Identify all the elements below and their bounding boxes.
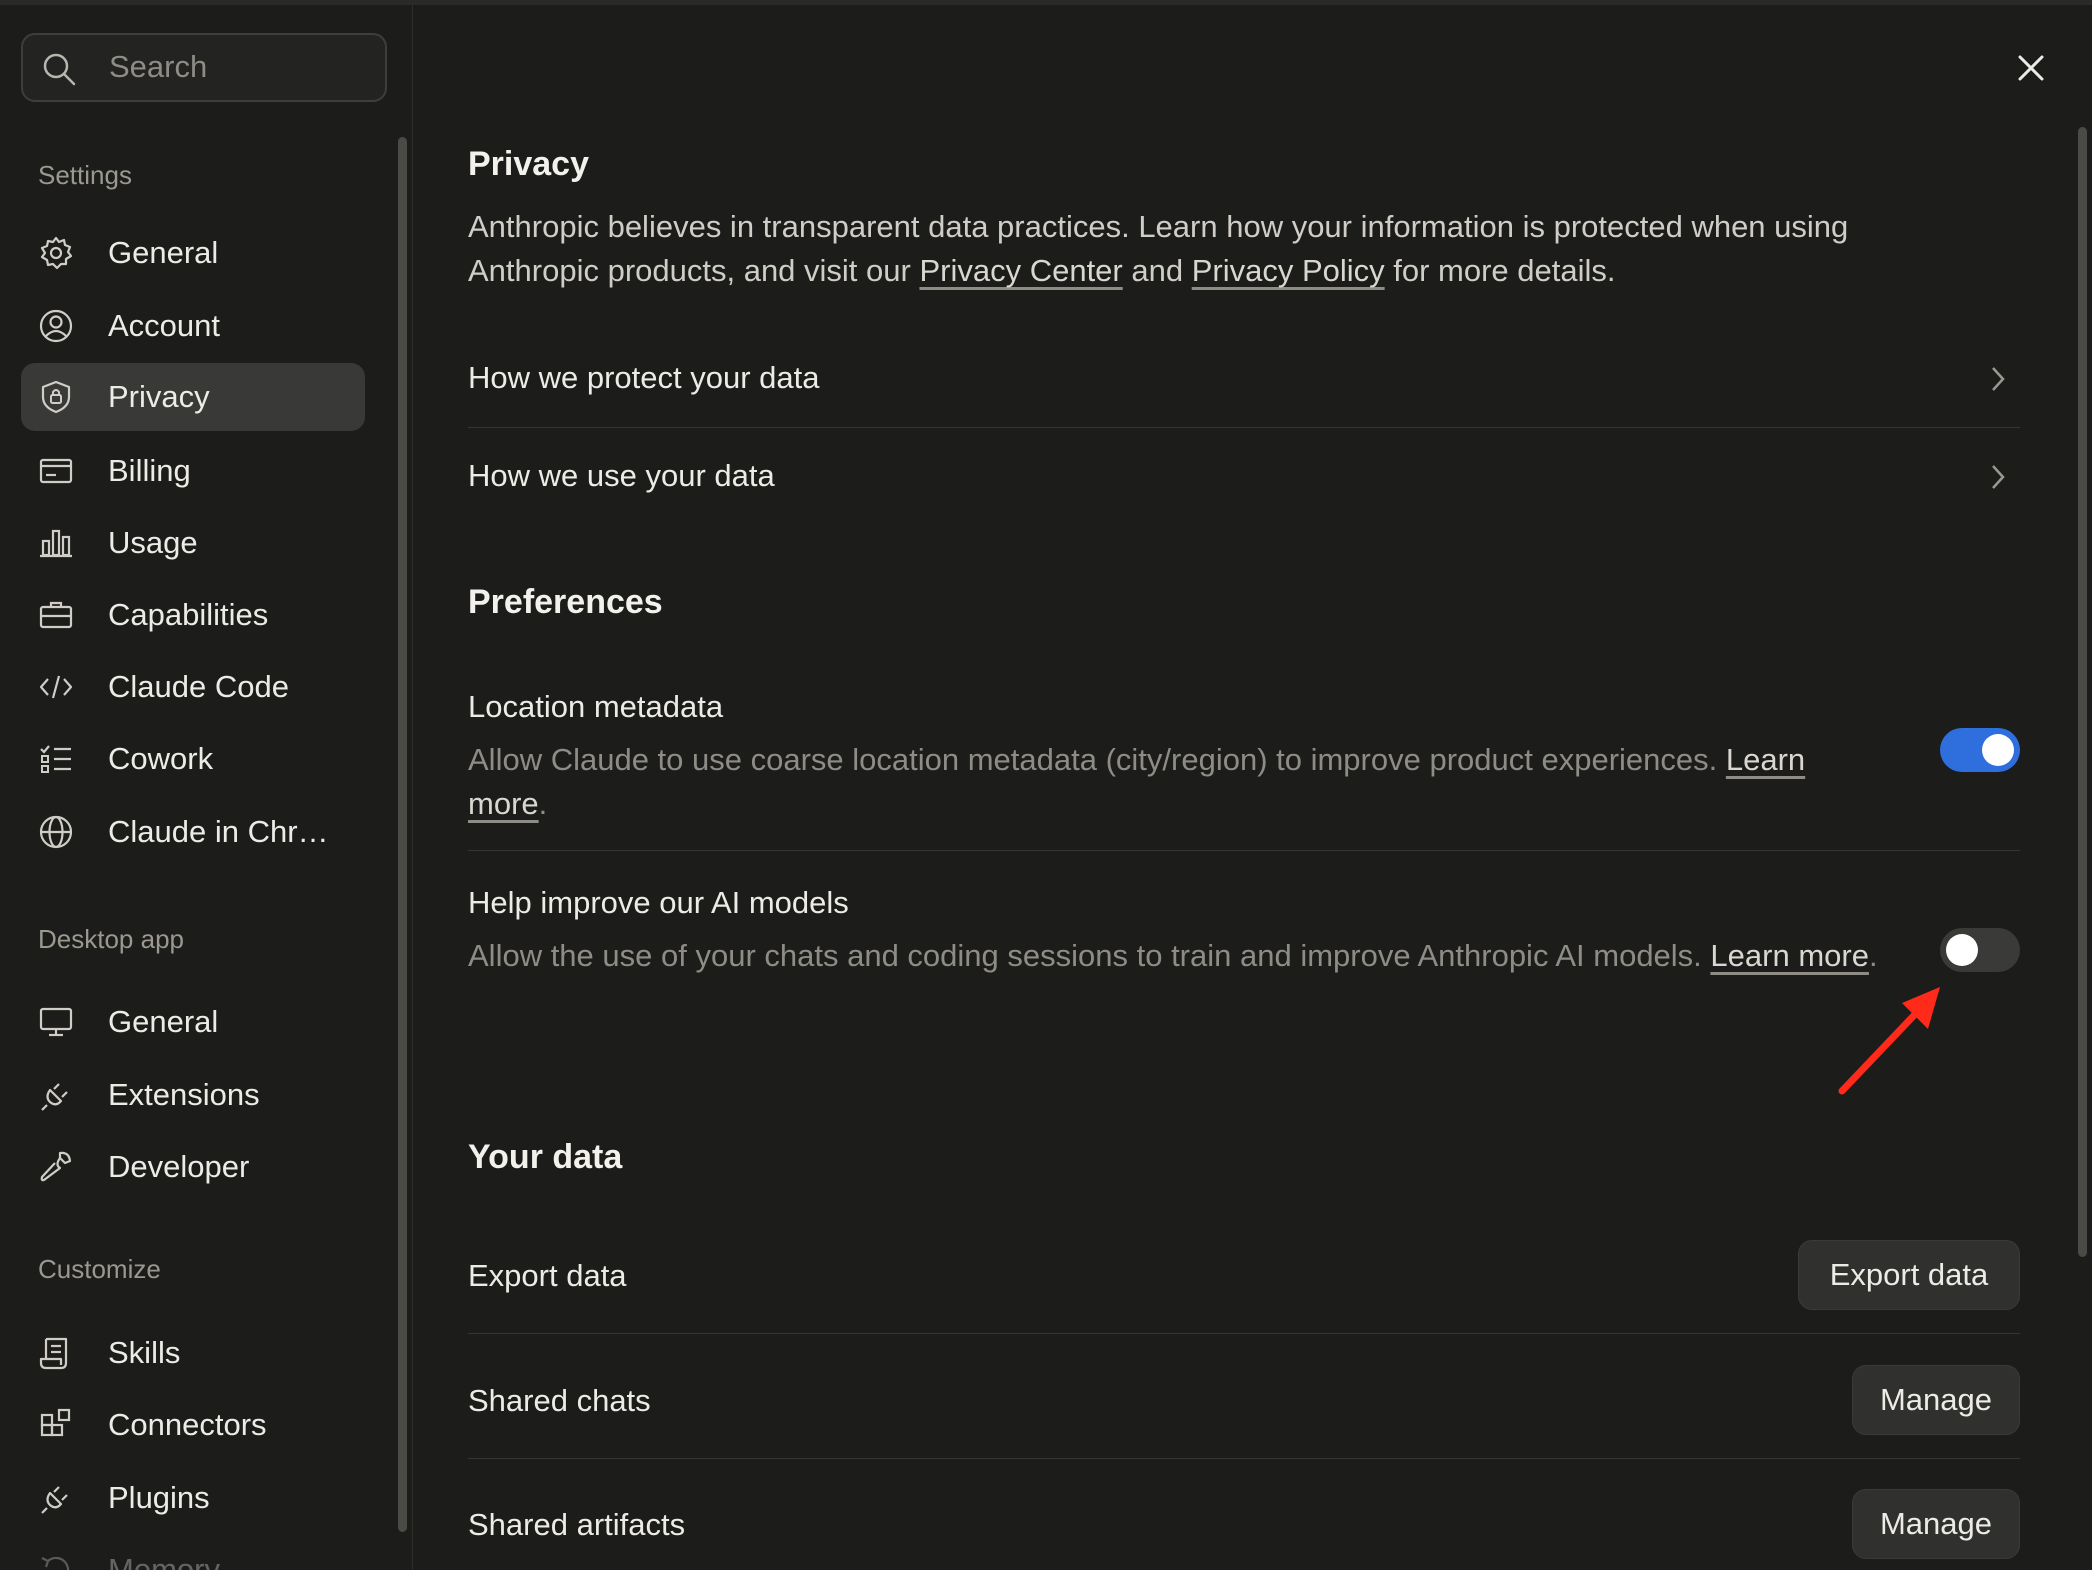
sidebar-item-label: Plugins xyxy=(108,1480,210,1515)
toggle-knob xyxy=(1946,934,1978,966)
sidebar-item-label: Extensions xyxy=(108,1077,260,1112)
sidebar-item-label: Developer xyxy=(108,1149,250,1184)
blocks-icon xyxy=(38,1407,74,1443)
divider xyxy=(468,1458,2020,1459)
search-input[interactable] xyxy=(109,47,369,87)
close-button[interactable] xyxy=(2008,45,2054,91)
desc-text: . xyxy=(1868,938,1878,973)
desc-text: . xyxy=(538,786,548,821)
sidebar-item-label: Privacy xyxy=(108,379,210,414)
sidebar-item-label: Claude Code xyxy=(108,669,289,704)
section-label-settings: Settings xyxy=(38,160,132,190)
desc-text: Allow Claude to use coarse location meta… xyxy=(468,742,1726,777)
wrench-icon xyxy=(38,1149,74,1185)
annotation-arrow-icon xyxy=(1838,987,1940,1095)
bar-chart-icon xyxy=(38,525,74,561)
sidebar-item-label: General xyxy=(108,1004,219,1039)
search-icon xyxy=(43,53,76,86)
manage-shared-artifacts-button[interactable]: Manage xyxy=(1852,1489,2020,1559)
sidebar-item-claude-code[interactable]: Claude Code xyxy=(21,653,365,721)
credit-card-icon xyxy=(38,453,74,489)
preferences-heading: Preferences xyxy=(468,583,663,621)
chevron-right-icon xyxy=(1992,367,2005,391)
sidebar-item-plugins[interactable]: Plugins xyxy=(21,1464,365,1532)
how-we-use-data-row[interactable]: How we use your data xyxy=(468,427,2020,525)
how-we-protect-data-row[interactable]: How we protect your data xyxy=(468,329,2020,427)
sidebar-item-desktop-general[interactable]: General xyxy=(21,988,365,1056)
sidebar-item-connectors[interactable]: Connectors xyxy=(21,1391,365,1459)
globe-icon xyxy=(38,814,74,850)
shield-lock-icon xyxy=(38,379,74,415)
row-label: How we protect your data xyxy=(468,360,820,395)
briefcase-icon xyxy=(38,597,74,633)
plug-icon xyxy=(38,1077,74,1113)
sidebar-item-label: Memory xyxy=(108,1552,220,1570)
divider xyxy=(468,1333,2020,1334)
content-scrollbar[interactable] xyxy=(2078,127,2087,1257)
shared-chats-label: Shared chats xyxy=(468,1383,651,1418)
section-label-desktop-app: Desktop app xyxy=(38,924,184,954)
sidebar-item-extensions[interactable]: Extensions xyxy=(21,1061,365,1129)
settings-content: Privacy Anthropic believes in transparen… xyxy=(414,5,2092,1570)
search-box[interactable] xyxy=(21,33,387,102)
sidebar-item-label: Usage xyxy=(108,525,198,560)
sidebar-item-label: Billing xyxy=(108,453,191,488)
location-metadata-desc: Allow Claude to use coarse location meta… xyxy=(468,738,1888,826)
sidebar-item-memory[interactable]: Memory xyxy=(21,1536,365,1570)
sidebar-item-general[interactable]: General xyxy=(21,219,365,287)
sidebar-item-label: Account xyxy=(108,308,221,343)
help-improve-models-desc: Allow the use of your chats and coding s… xyxy=(468,934,1888,978)
intro-text: for more details. xyxy=(1384,253,1616,288)
help-improve-models-toggle[interactable] xyxy=(1940,928,2020,972)
close-icon xyxy=(2018,55,2044,81)
location-metadata-toggle[interactable] xyxy=(1940,728,2020,772)
sidebar-item-label: Skills xyxy=(108,1335,181,1370)
scroll-icon xyxy=(38,1335,74,1371)
sidebar-item-label: General xyxy=(108,235,219,270)
shared-artifacts-label: Shared artifacts xyxy=(468,1507,686,1542)
sidebar-item-label: Connectors xyxy=(108,1407,267,1442)
sidebar-item-skills[interactable]: Skills xyxy=(21,1319,365,1387)
row-label: How we use your data xyxy=(468,458,775,493)
sidebar-item-billing[interactable]: Billing xyxy=(21,437,365,505)
privacy-intro: Anthropic believes in transparent data p… xyxy=(468,205,1928,293)
monitor-icon xyxy=(38,1004,74,1040)
manage-shared-chats-button[interactable]: Manage xyxy=(1852,1365,2020,1435)
location-metadata-title: Location metadata xyxy=(468,689,724,724)
sidebar-item-privacy[interactable]: Privacy xyxy=(21,363,365,431)
your-data-heading: Your data xyxy=(468,1138,623,1176)
section-label-customize: Customize xyxy=(38,1254,161,1284)
user-circle-icon xyxy=(38,308,74,344)
divider xyxy=(468,850,2020,851)
sidebar-item-account[interactable]: Account xyxy=(21,292,365,360)
list-check-icon xyxy=(38,741,74,777)
privacy-center-link[interactable]: Privacy Center xyxy=(919,253,1122,288)
export-data-button[interactable]: Export data xyxy=(1798,1240,2020,1310)
sidebar-item-developer[interactable]: Developer xyxy=(21,1133,365,1201)
sidebar-item-label: Cowork xyxy=(108,741,214,776)
chevron-right-icon xyxy=(1992,465,2005,489)
toggle-knob xyxy=(1982,734,2014,766)
privacy-policy-link[interactable]: Privacy Policy xyxy=(1192,253,1385,288)
privacy-heading: Privacy xyxy=(468,145,589,183)
sidebar-item-claude-in-chrome[interactable]: Claude in Chr… xyxy=(21,798,365,866)
desc-text: Allow the use of your chats and coding s… xyxy=(468,938,1711,973)
sidebar-item-cowork[interactable]: Cowork xyxy=(21,725,365,793)
gear-icon xyxy=(38,235,74,271)
history-icon xyxy=(38,1552,74,1570)
learn-more-link[interactable]: Learn more xyxy=(1710,938,1869,973)
settings-sidebar: Settings General Account Privacy Billing… xyxy=(0,5,413,1570)
export-data-label: Export data xyxy=(468,1258,627,1293)
intro-text: and xyxy=(1122,253,1192,288)
sidebar-scrollbar[interactable] xyxy=(398,137,407,1532)
plug-icon xyxy=(38,1480,74,1516)
sidebar-item-capabilities[interactable]: Capabilities xyxy=(21,581,365,649)
sidebar-item-usage[interactable]: Usage xyxy=(21,509,365,577)
sidebar-item-label: Claude in Chr… xyxy=(108,814,329,849)
sidebar-item-label: Capabilities xyxy=(108,597,269,632)
code-icon xyxy=(38,669,74,705)
help-improve-models-title: Help improve our AI models xyxy=(468,885,849,920)
